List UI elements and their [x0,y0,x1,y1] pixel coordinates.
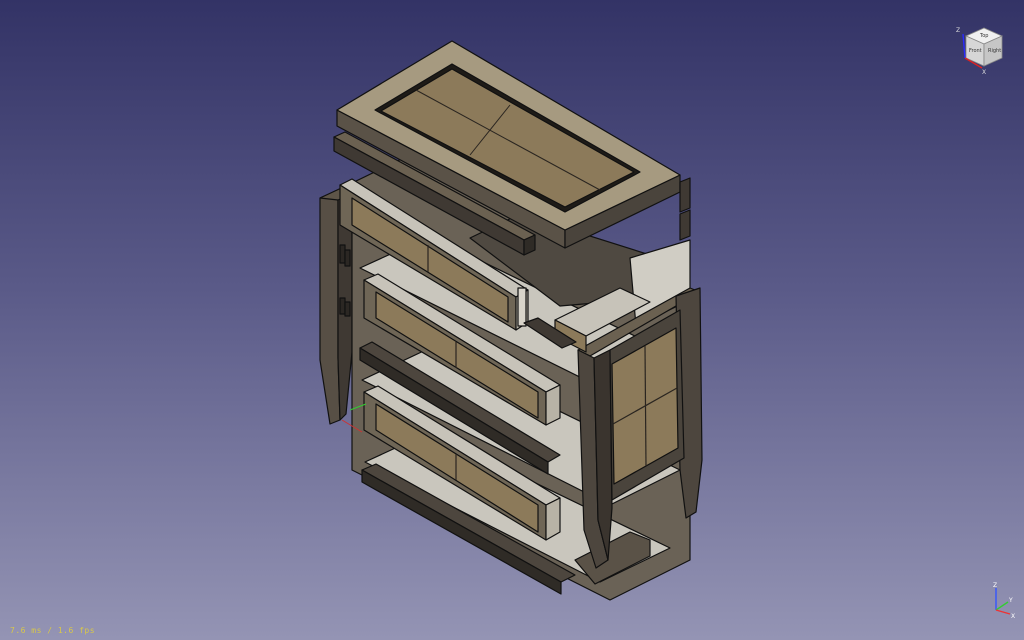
navcube-right-label[interactable]: Right [988,48,1001,54]
top-tenon [679,177,691,213]
navcube-front-label[interactable]: Front [969,48,982,54]
navcube-x-label: X [982,69,986,74]
axis-triad: Z Y X [984,580,1020,620]
left-joint [344,249,351,267]
triad-y-axis [995,601,1009,611]
drawer-1-pull [517,287,527,327]
fps-counter: 7.6 ms / 1.6 fps [10,626,96,635]
navcube-z-axis [962,33,966,59]
triad-y-label: Y [1008,597,1013,604]
navcube-z-label: Z [956,27,960,34]
drawer-2-side [545,384,561,426]
left-joint [339,244,346,264]
navcube-top-label[interactable]: Top [979,33,988,39]
top-tenon [679,209,691,241]
triad-x-label: X [1011,613,1015,620]
triad-x-axis [995,609,1011,615]
model-render [319,40,703,601]
triad-z-label: Z [993,582,997,589]
drawer-3-side [545,497,561,541]
3d-viewport[interactable] [0,0,1024,640]
navigation-cube[interactable]: Top Front Right Z X [954,24,1010,76]
left-back-leg [319,189,341,425]
left-joint [339,297,346,315]
left-joint [344,301,351,317]
